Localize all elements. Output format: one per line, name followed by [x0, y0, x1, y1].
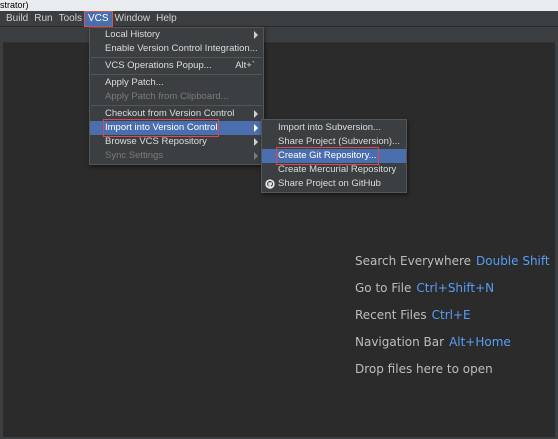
menu-item-label: VCS Operations Popup...	[105, 60, 212, 71]
hint-navigation-bar: Navigation Bar Alt+Home	[355, 335, 511, 349]
menu-item-apply-patch[interactable]: Apply Patch...	[90, 76, 263, 90]
submenu-arrow-icon	[254, 138, 258, 146]
submenu-item-import-into-subversion[interactable]: Import into Subversion...	[262, 121, 406, 135]
menu-item-shortcut: Alt+`	[235, 60, 255, 71]
menu-item-checkout-from-vcs[interactable]: Checkout from Version Control	[90, 107, 263, 121]
hint-drop-files: Drop files here to open	[355, 362, 493, 376]
hint-shortcut: Double Shift	[476, 254, 550, 268]
hint-text: Search Everywhere	[355, 254, 471, 268]
menu-item-apply-patch-clipboard: Apply Patch from Clipboard...	[90, 90, 263, 104]
submenu-item-create-mercurial-repository[interactable]: Create Mercurial Repository	[262, 163, 406, 177]
menu-run[interactable]: Run	[31, 12, 55, 26]
menu-item-label: Checkout from Version Control	[105, 108, 235, 119]
submenu-arrow-icon	[254, 110, 258, 118]
hint-text: Drop files here to open	[355, 362, 493, 376]
toolbar	[0, 27, 558, 43]
menu-item-label: Apply Patch...	[105, 77, 164, 88]
window-titlebar: strator)	[0, 0, 558, 11]
hint-recent-files: Recent Files Ctrl+E	[355, 308, 471, 322]
menu-item-browse-vcs-repository[interactable]: Browse VCS Repository	[90, 135, 263, 149]
menu-tools[interactable]: Tools	[56, 12, 85, 26]
submenu-item-share-project-github[interactable]: Share Project on GitHub	[262, 177, 406, 191]
menu-item-label: Apply Patch from Clipboard...	[105, 91, 229, 102]
menu-item-label: Create Git Repository...	[276, 147, 379, 165]
submenu-arrow-icon	[254, 124, 258, 132]
menu-vcs[interactable]: VCS	[83, 10, 113, 27]
hint-text: Navigation Bar	[355, 335, 445, 349]
github-icon	[265, 179, 275, 189]
menu-item-sync-settings: Sync Settings	[90, 149, 263, 163]
submenu-arrow-icon	[254, 152, 258, 160]
menu-item-label: Import into Version Control	[102, 119, 220, 137]
menu-item-label: Share Project on GitHub	[278, 178, 381, 189]
menu-separator	[91, 105, 262, 106]
menu-item-import-into-vcs[interactable]: Import into Version Control	[90, 119, 263, 137]
editor-area: Search Everywhere Double Shift Go to File…	[3, 43, 555, 437]
menu-item-local-history[interactable]: Local History	[90, 28, 263, 42]
hint-shortcut: Ctrl+E	[431, 308, 471, 322]
menu-separator	[91, 57, 262, 58]
menu-item-label: Share Project (Subversion)...	[278, 136, 400, 147]
menu-separator	[91, 74, 262, 75]
submenu-arrow-icon	[254, 31, 258, 39]
hint-search-everywhere: Search Everywhere Double Shift	[355, 254, 550, 268]
hint-text: Go to File	[355, 281, 412, 295]
import-into-vcs-submenu: Import into Subversion... Share Project …	[261, 119, 407, 193]
menu-item-label: Import into Subversion...	[278, 122, 381, 133]
menu-item-label: Sync Settings	[105, 150, 164, 161]
window-title: strator)	[0, 0, 29, 10]
menu-bar: Build Run Tools VCS Window Help	[0, 10, 558, 27]
vcs-menu: Local History Enable Version Control Int…	[89, 27, 264, 165]
menu-item-label: Create Mercurial Repository	[278, 164, 397, 175]
menu-help[interactable]: Help	[153, 12, 180, 26]
menu-item-label: Local History	[105, 29, 160, 40]
menu-item-label: Enable Version Control Integration...	[105, 43, 258, 54]
hint-shortcut: Ctrl+Shift+N	[416, 281, 495, 295]
menu-window[interactable]: Window	[112, 12, 154, 26]
submenu-item-create-git-repository[interactable]: Create Git Repository...	[262, 147, 406, 165]
menu-item-enable-vcs-integration[interactable]: Enable Version Control Integration...	[90, 42, 263, 56]
hint-shortcut: Alt+Home	[449, 335, 511, 349]
hint-text: Recent Files	[355, 308, 427, 322]
hint-go-to-file: Go to File Ctrl+Shift+N	[355, 281, 494, 295]
menu-build[interactable]: Build	[3, 12, 31, 26]
submenu-item-share-project-subversion[interactable]: Share Project (Subversion)...	[262, 135, 406, 149]
menu-item-label: Browse VCS Repository	[105, 136, 207, 147]
menu-item-vcs-operations-popup[interactable]: VCS Operations Popup... Alt+`	[90, 59, 263, 73]
